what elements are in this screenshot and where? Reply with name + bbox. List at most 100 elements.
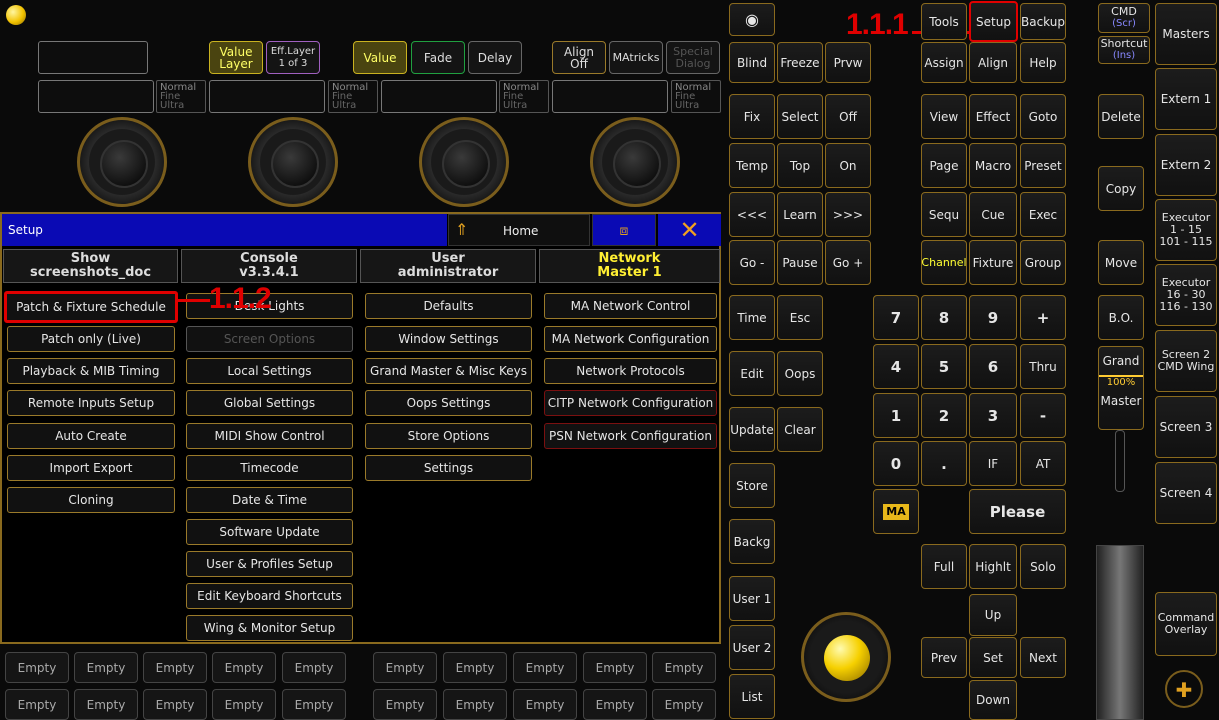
esc-key[interactable]: Esc xyxy=(777,295,823,340)
screen-options-button[interactable]: Screen Options xyxy=(186,326,353,352)
matricks-button[interactable]: MAtricks xyxy=(609,41,663,74)
select-key[interactable]: Select xyxy=(777,94,823,139)
tab-console[interactable]: Console v3.3.4.1 xyxy=(181,249,357,283)
date-time-button[interactable]: Date & Time xyxy=(186,487,353,513)
page-key[interactable]: Page xyxy=(921,143,967,188)
value-layer-button[interactable]: Value Layer xyxy=(209,41,263,74)
effect-key[interactable]: Effect xyxy=(969,94,1017,139)
backup-key[interactable]: Backup xyxy=(1020,3,1066,40)
minus-key[interactable]: - xyxy=(1020,393,1066,438)
executor-empty-button[interactable]: Empty xyxy=(212,652,276,683)
extern2-key[interactable]: Extern 2 xyxy=(1155,134,1217,196)
prev-page-key[interactable]: <<< xyxy=(729,192,775,237)
executor-1-15-key[interactable]: Executor 1 - 15 101 - 115 xyxy=(1155,199,1217,261)
backg-key[interactable]: Backg xyxy=(729,519,775,564)
full-key[interactable]: Full xyxy=(921,544,967,589)
blind-key[interactable]: Blind xyxy=(729,42,775,83)
off-key[interactable]: Off xyxy=(825,94,871,139)
cloning-button[interactable]: Cloning xyxy=(7,487,175,513)
prvw-key[interactable]: Prvw xyxy=(825,42,871,83)
executor-empty-button[interactable]: Empty xyxy=(443,652,507,683)
list-key[interactable]: List xyxy=(729,674,775,719)
clear-key[interactable]: Clear xyxy=(777,407,823,452)
copy-key[interactable]: Copy xyxy=(1098,166,1144,211)
preset-key[interactable]: Preset xyxy=(1020,143,1066,188)
executor-empty-button[interactable]: Empty xyxy=(373,652,437,683)
encoder-toggle-icon[interactable]: ◉ xyxy=(729,3,775,36)
playback-mib-timing-button[interactable]: Playback & MIB Timing xyxy=(7,358,175,384)
assign-key[interactable]: Assign xyxy=(921,42,967,83)
screen4-key[interactable]: Screen 4 xyxy=(1155,462,1217,524)
learn-key[interactable]: Learn xyxy=(777,192,823,237)
freeze-key[interactable]: Freeze xyxy=(777,42,823,83)
executor-empty-button[interactable]: Empty xyxy=(443,689,507,720)
patch-only-live-button[interactable]: Patch only (Live) xyxy=(7,326,175,352)
value-button[interactable]: Value xyxy=(353,41,407,74)
encoder-4-resolution[interactable]: Normal Fine Ultra xyxy=(671,80,721,113)
executor-empty-button[interactable]: Empty xyxy=(583,689,647,720)
defaults-button[interactable]: Defaults xyxy=(365,293,532,319)
store-options-button[interactable]: Store Options xyxy=(365,423,532,449)
executor-empty-button[interactable]: Empty xyxy=(652,652,716,683)
prev-key[interactable]: Prev xyxy=(921,637,967,678)
encoder-knob-1[interactable] xyxy=(77,117,167,207)
tab-show[interactable]: Show screenshots_doc xyxy=(3,249,178,283)
grand-master-fader[interactable]: Grand 100% Master xyxy=(1098,346,1144,430)
plus-key[interactable]: + xyxy=(1020,295,1066,340)
edit-keyboard-shortcuts-button[interactable]: Edit Keyboard Shortcuts xyxy=(186,583,353,609)
midi-show-control-button[interactable]: MIDI Show Control xyxy=(186,423,353,449)
align-off-button[interactable]: Align Off xyxy=(552,41,606,74)
ma-key[interactable]: MA xyxy=(873,489,919,534)
executor-empty-button[interactable]: Empty xyxy=(513,689,577,720)
psn-network-configuration-button[interactable]: PSN Network Configuration xyxy=(544,423,717,449)
delay-button[interactable]: Delay xyxy=(468,41,522,74)
encoder-3-resolution[interactable]: Normal Fine Ultra xyxy=(499,80,549,113)
key-3[interactable]: 3 xyxy=(969,393,1017,438)
executor-empty-button[interactable]: Empty xyxy=(513,652,577,683)
wing-monitor-setup-button[interactable]: Wing & Monitor Setup xyxy=(186,615,353,641)
key-0[interactable]: 0 xyxy=(873,441,919,486)
import-export-button[interactable]: Import Export xyxy=(7,455,175,481)
special-dialog-button[interactable]: Special Dialog xyxy=(666,41,720,74)
encoder-2-resolution[interactable]: Normal Fine Ultra xyxy=(328,80,378,113)
executor-empty-button[interactable]: Empty xyxy=(583,652,647,683)
tab-network[interactable]: Network Master 1 xyxy=(539,249,720,283)
screenshot-icon[interactable]: ⧈ xyxy=(592,214,656,246)
trackball[interactable] xyxy=(801,612,891,702)
on-key[interactable]: On xyxy=(825,143,871,188)
store-key[interactable]: Store xyxy=(729,463,775,508)
user-profiles-setup-button[interactable]: User & Profiles Setup xyxy=(186,551,353,577)
highlt-key[interactable]: Highlt xyxy=(969,544,1017,589)
fix-key[interactable]: Fix xyxy=(729,94,775,139)
timecode-button[interactable]: Timecode xyxy=(186,455,353,481)
executor-empty-button[interactable]: Empty xyxy=(652,689,716,720)
remote-inputs-setup-button[interactable]: Remote Inputs Setup xyxy=(7,390,175,416)
executor-empty-button[interactable]: Empty xyxy=(5,652,69,683)
speed-wheel[interactable] xyxy=(1096,545,1144,720)
executor-empty-button[interactable]: Empty xyxy=(282,689,346,720)
executor-empty-button[interactable]: Empty xyxy=(143,689,207,720)
setup-key[interactable]: Setup xyxy=(969,1,1018,42)
user2-key[interactable]: User 2 xyxy=(729,625,775,670)
key-6[interactable]: 6 xyxy=(969,344,1017,389)
top-key[interactable]: Top xyxy=(777,143,823,188)
if-key[interactable]: IF xyxy=(969,441,1017,486)
temp-key[interactable]: Temp xyxy=(729,143,775,188)
please-key[interactable]: Please xyxy=(969,489,1066,534)
macro-key[interactable]: Macro xyxy=(969,143,1017,188)
goto-key[interactable]: Goto xyxy=(1020,94,1066,139)
cmd-key[interactable]: CMD (Scr) xyxy=(1098,3,1150,33)
network-protocols-button[interactable]: Network Protocols xyxy=(544,358,717,384)
masters-key[interactable]: Masters xyxy=(1155,3,1217,65)
at-key[interactable]: AT xyxy=(1020,441,1066,486)
local-settings-button[interactable]: Local Settings xyxy=(186,358,353,384)
next-page-key[interactable]: >>> xyxy=(825,192,871,237)
executor-empty-button[interactable]: Empty xyxy=(74,652,138,683)
key-1[interactable]: 1 xyxy=(873,393,919,438)
ma-orb-icon[interactable] xyxy=(6,5,26,25)
down-key[interactable]: Down xyxy=(969,680,1017,720)
update-key[interactable]: Update xyxy=(729,407,775,452)
fade-button[interactable]: Fade xyxy=(411,41,465,74)
tab-user[interactable]: User administrator xyxy=(360,249,536,283)
dot-key[interactable]: . xyxy=(921,441,967,486)
